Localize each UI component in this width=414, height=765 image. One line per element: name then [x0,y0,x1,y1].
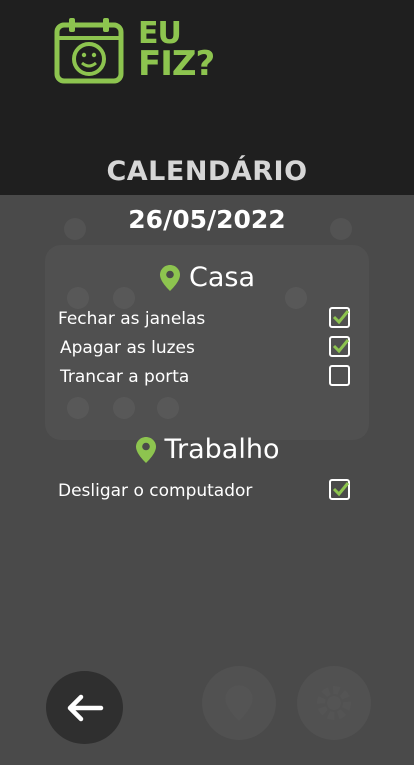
task-checkbox[interactable] [329,479,350,500]
task-checkbox[interactable] [329,365,350,386]
section-title-label: Trabalho [164,434,280,465]
section-title-trabalho: Trabalho [0,434,414,465]
check-icon [332,310,350,325]
section-title-casa: Casa [0,262,414,293]
logo-text: EU FIZ? [138,19,215,84]
section-title-label: Casa [188,262,255,293]
location-button[interactable] [202,666,276,740]
logo-text-line2: FIZ? [138,44,215,84]
task-label: Desligar o computador [58,481,253,501]
task-label: Fechar as janelas [58,309,206,329]
task-label: Apagar as luzes [60,338,195,358]
app-logo: EU FIZ? [54,16,215,86]
location-pin-icon [135,436,156,463]
settings-button[interactable] [297,666,371,740]
calendar-smile-icon [54,18,124,84]
gear-icon [317,686,351,720]
arrow-left-icon [67,694,104,722]
task-item: Apagar as luzes [60,334,360,362]
selected-date: 26/05/2022 [128,205,286,234]
task-label: Trancar a porta [60,367,190,387]
task-item: Desligar o computador [58,477,358,505]
location-pin-icon [159,264,180,291]
app-header: EU FIZ? CALENDÁRIO [0,0,414,195]
location-pin-icon [225,685,253,721]
task-item: Trancar a porta [60,363,360,391]
task-checkbox[interactable] [329,307,350,328]
task-item: Fechar as janelas [58,305,358,333]
check-icon [332,339,350,354]
check-icon [332,482,350,497]
page-title: CALENDÁRIO [106,156,308,187]
back-button[interactable] [46,671,123,744]
task-checkbox[interactable] [329,336,350,357]
